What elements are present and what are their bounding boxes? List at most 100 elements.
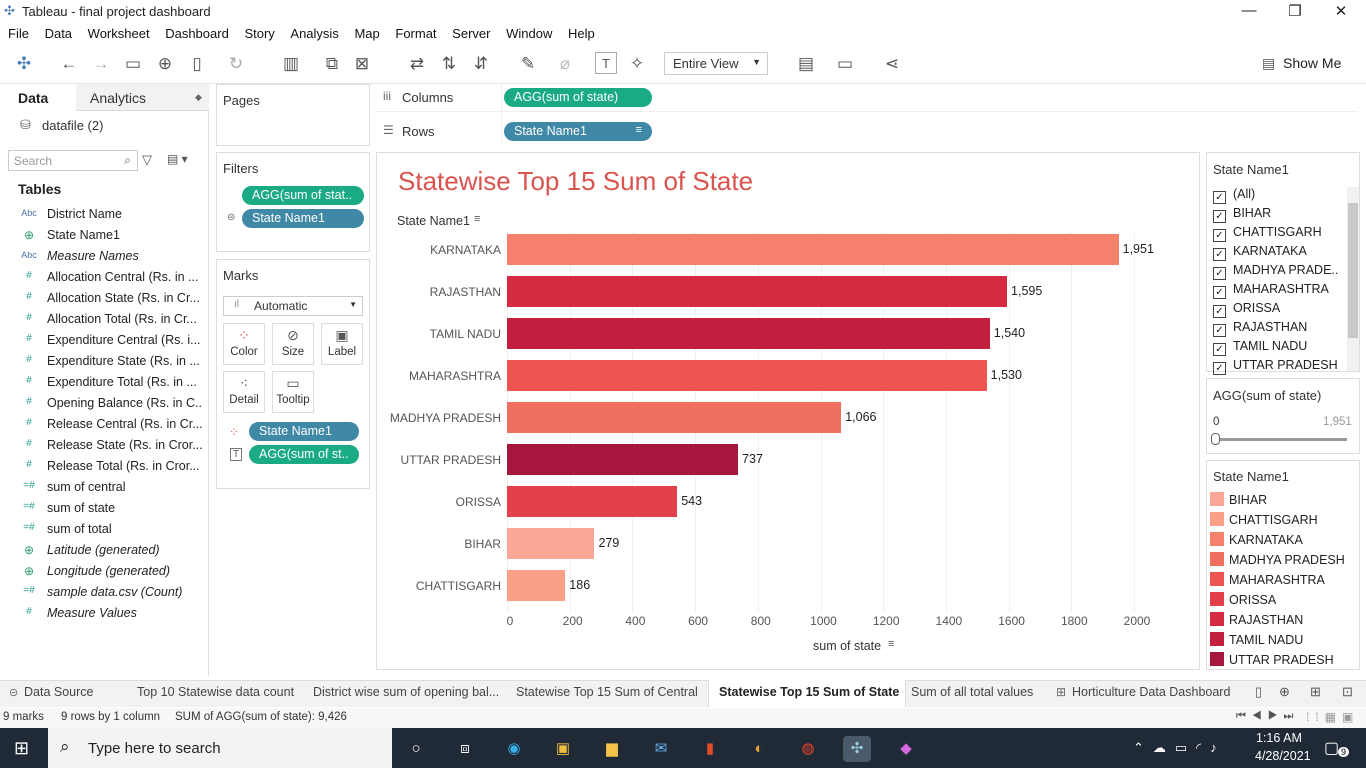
group-icon[interactable]: ⌀ [554,53,576,75]
datasource-name[interactable]: datafile (2) [42,118,103,133]
field-item[interactable]: ⊕ Longitude (generated) [0,561,209,582]
filter-item[interactable]: ✓ TAMIL NADU [1213,339,1338,358]
legend-item[interactable]: BIHAR [1210,492,1267,512]
bar-orissa[interactable] [507,486,678,517]
file-explorer-icon[interactable]: ▆ [598,736,626,762]
checkbox-checked-icon[interactable]: ✓ [1213,191,1226,204]
menu-dashboard[interactable]: Dashboard [165,24,229,41]
legend-item[interactable]: TAMIL NADU [1210,632,1303,652]
tableau-home-icon[interactable]: ✣ [13,53,35,75]
cortana-icon[interactable]: ○ [402,736,430,762]
filter-item[interactable]: ✓ ORISSA [1213,301,1338,320]
sheet-nav-icons[interactable]: ⏮◀▶⏭ [1236,710,1299,723]
sort-descending-icon[interactable]: ⇵ [470,53,492,75]
legend-item[interactable]: ORISSA [1210,592,1276,612]
filter-icon[interactable]: ▽ [142,152,152,168]
bar-chattisgarh[interactable] [507,570,566,601]
menu-window[interactable]: Window [506,24,552,41]
bar-rajasthan[interactable] [507,276,1008,307]
detail-button[interactable]: ⁖ Detail [223,371,265,413]
edge-icon[interactable]: ◉ [500,736,528,762]
field-item[interactable]: # Allocation Total (Rs. in Cr... [0,309,209,330]
field-item[interactable]: # Measure Values [0,603,209,624]
filter-pill-state[interactable]: State Name1 [242,209,364,228]
system-tray-icons[interactable]: ⌃☁▭◜♪ [1133,740,1226,756]
store-icon[interactable]: ▣ [549,736,577,762]
menu-file[interactable]: File [8,24,29,41]
checkbox-checked-icon[interactable]: ✓ [1213,267,1226,280]
checkbox-checked-icon[interactable]: ✓ [1213,305,1226,318]
office-icon[interactable]: ▮ [696,736,724,762]
menu-worksheet[interactable]: Worksheet [88,24,150,41]
tab-top10-statewise[interactable]: Top 10 Statewise data count [137,685,294,699]
bar-karnataka[interactable] [507,234,1119,265]
field-item[interactable]: Abc District Name [0,204,209,225]
menu-format[interactable]: Format [395,24,436,41]
close-button[interactable]: ✕ [1318,2,1364,22]
field-item[interactable]: ⊕ Latitude (generated) [0,540,209,561]
legend-item[interactable]: CHATTISGARH [1210,512,1318,532]
row-sort-icon[interactable]: ≡ [474,213,480,225]
tab-horticulture-dashboard[interactable]: Horticulture Data Dashboard [1072,685,1230,699]
menu-analysis[interactable]: Analysis [290,24,338,41]
menu-map[interactable]: Map [354,24,379,41]
tooltip-button[interactable]: ▭ Tooltip [272,371,314,413]
save-icon[interactable]: ▭ [122,53,144,75]
filter-item[interactable]: ✓ MAHARASHTRA [1213,282,1338,301]
field-item[interactable]: # Expenditure State (Rs. in ... [0,351,209,372]
paint-icon[interactable]: ◆ [892,736,920,762]
task-view-icon[interactable]: ⧈ [451,736,479,762]
legend-item[interactable]: MAHARASHTRA [1210,572,1325,592]
presentation-mode-icon[interactable]: ▭ [834,53,856,75]
new-datasource-icon[interactable]: ⊕ [154,53,176,75]
checkbox-checked-icon[interactable]: ✓ [1213,248,1226,261]
chrome-canary-icon[interactable]: ◐ [745,736,773,762]
legend-item[interactable]: KARNATAKA [1210,532,1303,552]
menu-data[interactable]: Data [45,24,72,41]
filter-scroll-thumb[interactable] [1348,203,1358,338]
legend-item[interactable]: RAJASTHAN [1210,612,1303,632]
mail-icon[interactable]: ✉ [647,736,675,762]
field-item[interactable]: ⊕ State Name1 [0,225,209,246]
field-item[interactable]: =# sample data.csv (Count) [0,582,209,603]
bar-maharashtra[interactable] [507,360,987,391]
filter-item[interactable]: ✓ KARNATAKA [1213,244,1338,263]
minimize-button[interactable]: — [1226,2,1272,22]
filter-item[interactable]: ✓ CHATTISGARH [1213,225,1338,244]
label-button[interactable]: ▣ Label [321,323,363,365]
new-story-tab-icon[interactable]: ⊡ [1342,684,1353,700]
swap-icon[interactable]: ⇄ [406,53,428,75]
chrome-icon[interactable]: ◍ [794,736,822,762]
row-header[interactable]: State Name1 [397,214,470,228]
field-item[interactable]: # Expenditure Central (Rs. i... [0,330,209,351]
bar-tamil-nadu[interactable] [507,318,990,349]
menu-help[interactable]: Help [568,24,595,41]
bar-madhya-pradesh[interactable] [507,402,842,433]
filter-item[interactable]: ✓ RAJASTHAN [1213,320,1338,339]
tab-data[interactable]: Data [18,90,48,106]
field-item[interactable]: # Release State (Rs. in Cror... [0,435,209,456]
field-item[interactable]: # Release Total (Rs. in Cror... [0,456,209,477]
filter-item[interactable]: ✓ BIHAR [1213,206,1338,225]
pause-updates-icon[interactable]: ▯ [186,53,208,75]
view-options-icon[interactable]: ▤ ▾ [167,152,188,166]
tab-top15-state[interactable]: Statewise Top 15 Sum of State [719,685,899,699]
field-item[interactable]: =# sum of total [0,519,209,540]
menu-server[interactable]: Server [452,24,490,41]
show-labels-icon[interactable]: T [595,52,617,74]
notification-icon[interactable]: ▢ [1324,738,1339,758]
rows-pill[interactable]: State Name1 ≡ [504,122,652,141]
new-story-icon[interactable]: ▯ [1255,684,1262,700]
windows-start-icon[interactable]: ⊞ [14,738,29,759]
fit-view-dropdown[interactable]: Entire View ▼ [664,52,768,75]
field-item[interactable]: Abc Measure Names [0,246,209,267]
clock-date[interactable]: 4/28/2021 [1255,749,1311,763]
checkbox-checked-icon[interactable]: ✓ [1213,362,1226,375]
new-worksheet-icon[interactable]: ▥ [280,53,302,75]
x-sort-icon[interactable]: ≡ [888,638,894,650]
filter-item[interactable]: ✓ (All) [1213,187,1338,206]
clear-sheet-icon[interactable]: ⊠ [351,53,373,75]
tab-top15-central[interactable]: Statewise Top 15 Sum of Central [516,685,698,699]
checkbox-checked-icon[interactable]: ✓ [1213,286,1226,299]
new-worksheet-tab-icon[interactable]: ⊕ [1279,684,1290,700]
